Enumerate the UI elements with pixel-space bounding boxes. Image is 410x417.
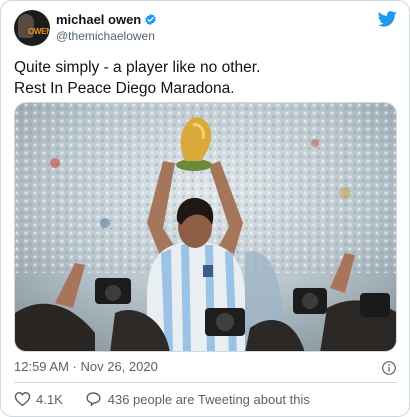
tweet-timestamp[interactable]: 12:59 AM · Nov 26, 2020 <box>14 359 158 374</box>
verified-badge-icon <box>145 13 157 26</box>
tweet-photo[interactable] <box>14 102 397 352</box>
author-name-row[interactable]: michael owen <box>56 12 157 27</box>
tweet-text-line: Rest In Peace Diego Maradona. <box>14 80 235 97</box>
author-display-name[interactable]: michael owen <box>56 12 141 27</box>
like-count[interactable]: 4.1K <box>36 392 63 407</box>
tweet-text: Quite simply - a player like no other. R… <box>14 57 394 99</box>
avatar[interactable]: OWEN <box>14 10 50 46</box>
twitter-bird-icon[interactable] <box>378 11 397 27</box>
avatar-logo-text: OWEN <box>28 27 50 36</box>
tweet-actions: 4.1K 436 people are Tweeting about this <box>14 391 310 407</box>
info-icon[interactable] <box>381 360 397 376</box>
tweet-text-line: Quite simply - a player like no other. <box>14 59 261 76</box>
heart-icon[interactable] <box>14 391 31 407</box>
tweeting-about-link[interactable]: 436 people are Tweeting about this <box>108 392 310 407</box>
speech-bubble-icon[interactable] <box>85 391 102 407</box>
tweet-card[interactable]: OWEN michael owen @themichaelowen Quite … <box>0 0 410 417</box>
author-handle[interactable]: @themichaelowen <box>56 29 155 43</box>
divider <box>14 382 397 383</box>
photo-illustration <box>15 103 396 351</box>
